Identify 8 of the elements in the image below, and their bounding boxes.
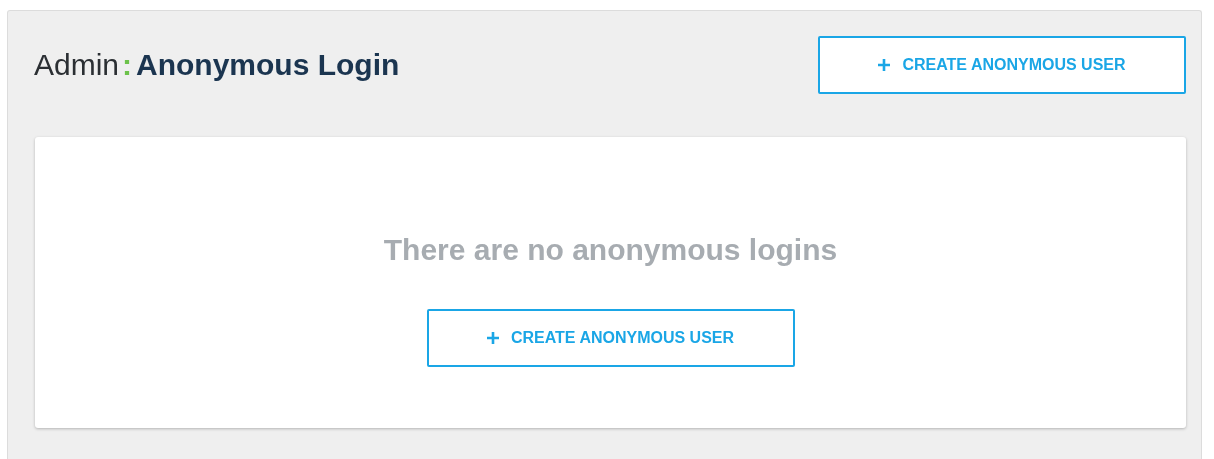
section-label: Admin	[34, 48, 120, 82]
page-title: Anonymous Login	[136, 48, 400, 82]
create-user-button[interactable]: CREATE ANONYMOUS USER	[426, 309, 795, 367]
empty-message: There are no anonymous logins	[383, 233, 838, 267]
create-user-button[interactable]: CREATE ANONYMOUS USER	[818, 36, 1186, 94]
title-separator: :	[122, 48, 133, 82]
plus-icon	[878, 59, 891, 71]
plus-icon	[486, 332, 499, 344]
